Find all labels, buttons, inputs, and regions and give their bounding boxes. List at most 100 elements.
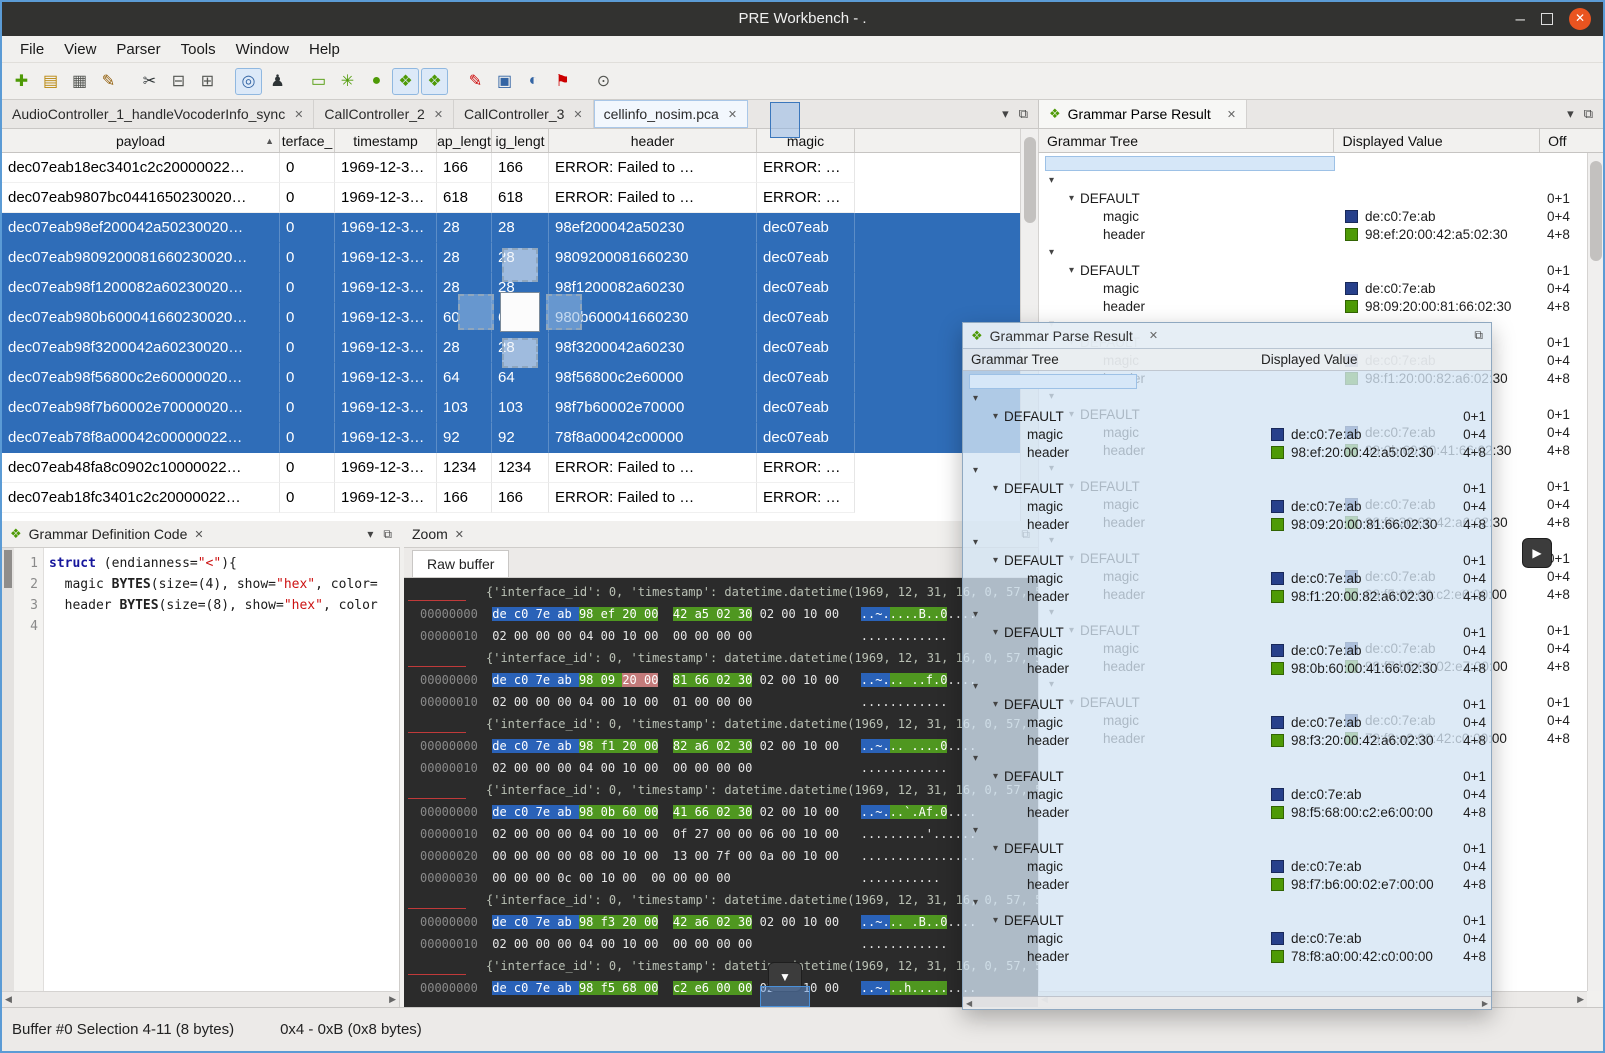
tree-row[interactable]: magicde:c0:7e:ab0+4: [963, 785, 1491, 803]
grammar-code-editor[interactable]: struct (endianness="<"){ magic BYTES(siz…: [44, 548, 400, 991]
chevron-down-icon[interactable]: ▾: [993, 555, 998, 566]
close-icon[interactable]: ✕: [573, 108, 582, 121]
tree-row[interactable]: header78:f8:a0:00:42:c0:00:004+8: [963, 947, 1491, 965]
hex-line[interactable]: 00000000 de c0 7e ab 98 f5 68 00 c2 e6 0…: [404, 977, 1038, 999]
column-displayed-value[interactable]: Displayed Value: [1334, 129, 1540, 152]
hex-line[interactable]: 00000000 de c0 7e ab 98 f1 20 00 82 a6 0…: [404, 735, 1038, 757]
chevron-down-icon[interactable]: ▾: [973, 465, 978, 476]
tree-row[interactable]: header98:ef:20:00:42:a5:02:304+8: [1039, 225, 1603, 243]
dock-target-left[interactable]: [458, 294, 494, 330]
chevron-down-icon[interactable]: ▾: [993, 843, 998, 854]
scroll-right-icon[interactable]: ▶: [1482, 999, 1488, 1008]
tree-row[interactable]: magicde:c0:7e:ab0+4: [963, 497, 1491, 515]
chevron-down-icon[interactable]: ▾: [973, 393, 978, 404]
chevron-down-icon[interactable]: ▾: [973, 609, 978, 620]
tree-row[interactable]: header98:f5:68:00:c2:e6:00:004+8: [963, 803, 1491, 821]
tree-row[interactable]: magicde:c0:7e:ab0+4: [963, 641, 1491, 659]
tab-float-icon[interactable]: ⧉: [1019, 106, 1028, 122]
tree-selected-node[interactable]: [1045, 156, 1335, 171]
tab-CallController_2[interactable]: CallController_2✕: [314, 100, 454, 128]
hex-line[interactable]: 00000010 02 00 00 00 04 00 10 00 0f 27 0…: [404, 823, 1038, 845]
column-header-header[interactable]: header: [549, 129, 757, 152]
tree-row[interactable]: ▾DEFAULT0+1: [963, 911, 1491, 929]
hex-line[interactable]: 00000010 02 00 00 00 04 00 10 00 00 00 0…: [404, 625, 1038, 647]
hex-line[interactable]: 00000010 02 00 00 00 04 00 10 00 01 00 0…: [404, 691, 1038, 713]
tree-selected-node[interactable]: [969, 374, 1137, 389]
table-row[interactable]: dec07eab18fc3401c2c20000022…01969-12-3…1…: [2, 483, 1020, 513]
tree-row[interactable]: ▾: [963, 389, 1491, 407]
tree-row[interactable]: header98:f3:20:00:42:a6:02:304+8: [963, 731, 1491, 749]
tree-row[interactable]: magicde:c0:7e:ab0+4: [963, 425, 1491, 443]
debug-icon[interactable]: ✳: [334, 68, 361, 95]
user-icon[interactable]: ♟: [264, 68, 291, 95]
close-icon[interactable]: ✕: [1227, 108, 1236, 121]
search-icon[interactable]: ⊙: [590, 68, 617, 95]
column-header-ap_lengt[interactable]: ap_lengt: [437, 129, 492, 152]
hex-line[interactable]: 00000000 de c0 7e ab 98 09 20 00 81 66 0…: [404, 669, 1038, 691]
column-grammar-tree[interactable]: Grammar Tree: [963, 352, 1261, 367]
reparse-icon[interactable]: ❖: [421, 68, 448, 95]
tree-row[interactable]: header98:09:20:00:81:66:02:304+8: [1039, 297, 1603, 315]
preview-icon[interactable]: ◎: [235, 68, 262, 95]
code-minimap[interactable]: [2, 548, 14, 991]
column-header-payload[interactable]: payload▲: [2, 129, 280, 152]
hex-line[interactable]: 00000030 00 00 00 0c 00 10 00 00 00 00 0…: [404, 867, 1038, 889]
panel-float-icon[interactable]: ⧉: [1584, 106, 1593, 122]
import-icon[interactable]: ✎: [95, 68, 122, 95]
tree-row[interactable]: ▾DEFAULT0+1: [963, 695, 1491, 713]
menu-tools[interactable]: Tools: [171, 38, 226, 61]
close-button[interactable]: ✕: [1569, 8, 1591, 30]
tree-row[interactable]: header98:f1:20:00:82:a6:02:304+8: [963, 587, 1491, 605]
table-row[interactable]: dec07eab18ec3401c2c20000022…01969-12-3…1…: [2, 153, 1020, 183]
new-file-icon[interactable]: ✚: [8, 68, 35, 95]
column-header-ig_lengt[interactable]: ig_lengt: [492, 129, 549, 152]
tree-row[interactable]: ▾: [963, 821, 1491, 839]
panel-menu-icon[interactable]: ▾: [1567, 106, 1574, 122]
chevron-down-icon[interactable]: ▾: [973, 897, 978, 908]
tree-row[interactable]: ▾: [963, 677, 1491, 695]
scroll-left-icon[interactable]: ◀: [966, 999, 972, 1008]
tree-row[interactable]: ▾DEFAULT0+1: [963, 623, 1491, 641]
tree-row[interactable]: header98:09:20:00:81:66:02:304+8: [963, 515, 1491, 533]
chevron-down-icon[interactable]: ▾: [993, 699, 998, 710]
chevron-down-icon[interactable]: ▾: [993, 627, 998, 638]
close-icon[interactable]: ✕: [194, 528, 203, 541]
table-row[interactable]: dec07eab9807bc0441650230020…01969-12-3…6…: [2, 183, 1020, 213]
tree-row[interactable]: header98:ef:20:00:42:a5:02:304+8: [963, 443, 1491, 461]
panel-float-icon[interactable]: ⧉: [383, 527, 392, 542]
maximize-button[interactable]: [1541, 13, 1553, 25]
scroll-right-icon[interactable]: ▶: [389, 994, 396, 1005]
tree-row[interactable]: ▾DEFAULT0+1: [963, 479, 1491, 497]
paste-icon[interactable]: ⊞: [194, 68, 221, 95]
open-file-icon[interactable]: ▤: [37, 68, 64, 95]
chevron-down-icon[interactable]: ▾: [973, 825, 978, 836]
column-header-terface_[interactable]: terface_: [280, 129, 335, 152]
cut-icon[interactable]: ✂: [136, 68, 163, 95]
hex-line[interactable]: 00000000 de c0 7e ab 98 ef 20 00 42 a5 0…: [404, 603, 1038, 625]
scrollbar-thumb[interactable]: [1590, 161, 1602, 261]
panel-menu-icon[interactable]: ▾: [367, 527, 373, 541]
column-offset[interactable]: Off: [1540, 129, 1603, 152]
tree-row[interactable]: ▾: [963, 605, 1491, 623]
table-row[interactable]: dec07eab48fa8c0902c10000022…01969-12-3…1…: [2, 453, 1020, 483]
chevron-down-icon[interactable]: ▾: [1069, 193, 1074, 204]
tab-CallController_3[interactable]: CallController_3✕: [454, 100, 594, 128]
close-icon[interactable]: ✕: [455, 528, 464, 541]
tree-row[interactable]: ▾: [963, 749, 1491, 767]
menu-parser[interactable]: Parser: [106, 38, 170, 61]
tree-row[interactable]: ▾: [963, 533, 1491, 551]
web-icon[interactable]: ◐: [520, 68, 547, 95]
parse-result-scrollbar[interactable]: [1587, 153, 1603, 991]
hex-line[interactable]: 00000020 00 00 00 00 08 00 10 00 13 00 7…: [404, 845, 1038, 867]
tree-row[interactable]: magicde:c0:7e:ab0+4: [963, 713, 1491, 731]
chevron-down-icon[interactable]: ▾: [1049, 247, 1054, 258]
raw-buffer-tab[interactable]: Raw buffer: [412, 550, 509, 577]
tree-row[interactable]: magicde:c0:7e:ab0+4: [963, 929, 1491, 947]
scroll-left-icon[interactable]: ◀: [5, 994, 12, 1005]
tree-row[interactable]: ▾DEFAULT0+1: [1039, 189, 1603, 207]
parse-result-tab[interactable]: ❖ Grammar Parse Result ✕: [1039, 100, 1247, 128]
hex-line[interactable]: 00000000 de c0 7e ab 98 f3 20 00 42 a6 0…: [404, 911, 1038, 933]
hex-line[interactable]: 00000010 02 00 00 00 04 00 10 00 00 00 0…: [404, 757, 1038, 779]
chevron-down-icon[interactable]: ▾: [1069, 265, 1074, 276]
tree-row[interactable]: ▾DEFAULT0+1: [963, 407, 1491, 425]
